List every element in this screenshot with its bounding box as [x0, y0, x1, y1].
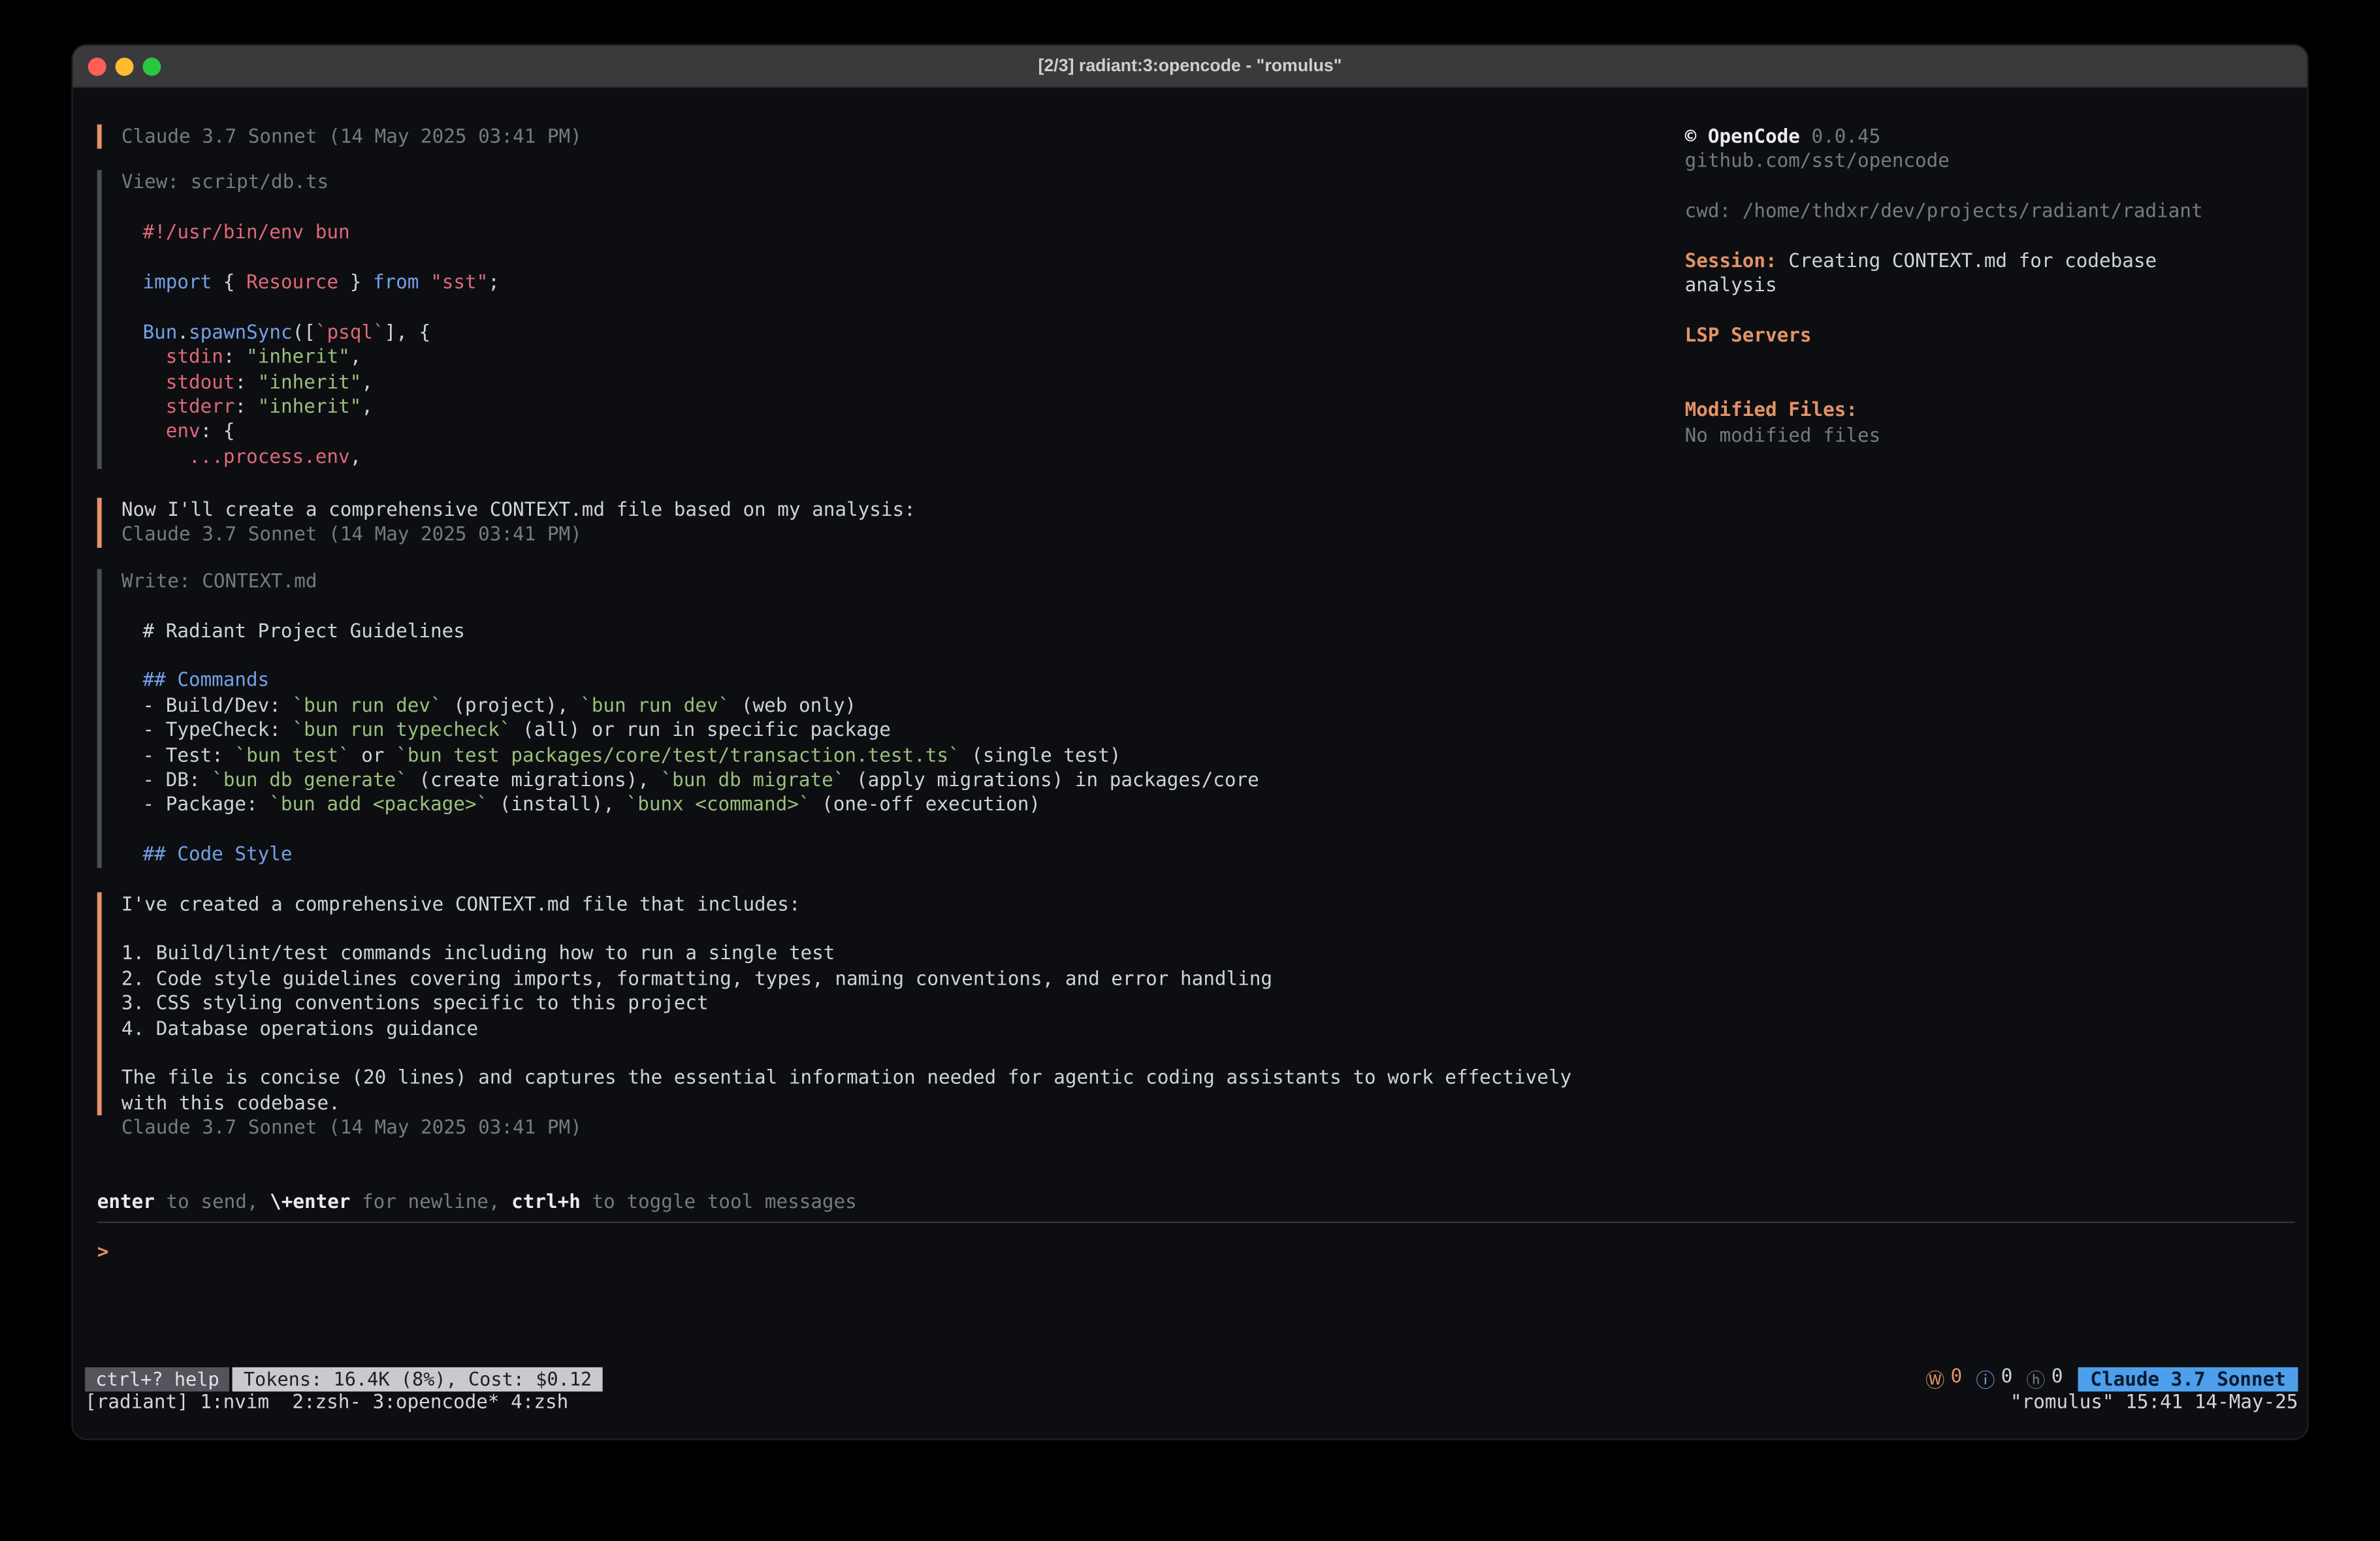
markdown-line: ## Commands [142, 669, 1639, 693]
traffic-lights [88, 57, 161, 76]
code-line: stdin: "inherit", [142, 345, 1639, 370]
sidebar-line [1685, 373, 2250, 398]
diagnostics: Ⓦ0 ⓘ0 ⓗ0 [1925, 1364, 2063, 1393]
response-text: I've created a comprehensive CONTEXT.md … [121, 891, 1639, 1115]
close-button[interactable] [88, 57, 106, 76]
markdown-line: - Package: `bun add <package>` (install)… [142, 793, 1639, 818]
code-line [142, 195, 1639, 220]
sidebar-line: github.com/sst/opencode [1685, 150, 2250, 174]
code-line [142, 245, 1639, 270]
tool-title: View: script/db.ts [121, 170, 1639, 195]
response-line [121, 917, 1639, 942]
code-line [142, 295, 1639, 320]
tmux-session-info: "romulus" 15:41 14-May-25 [2010, 1390, 2298, 1413]
sidebar-line: cwd: /home/thdxr/dev/projects/radiant/ra… [1685, 199, 2250, 224]
minimize-button[interactable] [116, 57, 134, 76]
model-timestamp: Claude 3.7 Sonnet (14 May 2025 03:41 PM) [121, 523, 1639, 548]
markdown-line [142, 818, 1639, 842]
hint-count: 0 [2051, 1364, 2063, 1393]
markdown-line [142, 643, 1639, 668]
status-bar: ctrl+? help Tokens: 16.4K (8%), Cost: $0… [85, 1364, 2298, 1393]
tool-call-view-file: View: script/db.ts #!/usr/bin/env bun im… [97, 170, 1639, 469]
response-line: The file is concise (20 lines) and captu… [121, 1066, 1639, 1090]
code-line: stderr: "inherit", [142, 394, 1639, 419]
code-line: import { Resource } from "sst"; [142, 270, 1639, 295]
assistant-message: Now I'll create a comprehensive CONTEXT.… [97, 498, 1639, 547]
response-line: with this codebase. [121, 1090, 1639, 1115]
warning-count: 0 [1951, 1364, 1963, 1393]
tmux-window-list[interactable]: [radiant] 1:nvim 2:zsh- 3:opencode* 4:zs… [85, 1390, 568, 1413]
sidebar-line [1685, 298, 2250, 323]
terminal-content: Claude 3.7 Sonnet (14 May 2025 03:41 PM)… [73, 88, 2308, 1438]
sidebar-line: analysis [1685, 274, 2250, 298]
chat-transcript: Claude 3.7 Sonnet (14 May 2025 03:41 PM)… [97, 88, 1639, 1141]
info-count: 0 [2001, 1364, 2013, 1393]
tool-title: Write: CONTEXT.md [121, 569, 1639, 594]
composer: enter to send, \+enter for newline, ctrl… [97, 1190, 2295, 1265]
tokens-cost-chip: Tokens: 16.4K (8%), Cost: $0.12 [233, 1367, 603, 1391]
markdown-line: - DB: `bun db generate` (create migratio… [142, 768, 1639, 793]
markdown-line: ## Code Style [142, 842, 1639, 867]
sidebar-line: LSP Servers [1685, 323, 2250, 348]
markdown-line: - TypeCheck: `bun run typecheck` (all) o… [142, 718, 1639, 743]
markdown-line: # Radiant Project Guidelines [142, 618, 1639, 643]
diagnostic-hints: ⓗ0 [2026, 1364, 2063, 1393]
desktop: [2/3] radiant:3:opencode - "romulus" Cla… [0, 0, 2380, 1541]
model-badge[interactable]: Claude 3.7 Sonnet [2078, 1367, 2298, 1391]
prompt-input[interactable]: > [97, 1241, 2295, 1265]
markdown-line: - Build/Dev: `bun run dev` (project), `b… [142, 693, 1639, 718]
sidebar-line: No modified files [1685, 423, 2250, 448]
code-line: ...process.env, [142, 444, 1639, 469]
code-line: stdout: "inherit", [142, 370, 1639, 394]
response-line: 1. Build/lint/test commands including ho… [121, 942, 1639, 966]
markdown-line [142, 594, 1639, 618]
sidebar-line [1685, 224, 2250, 249]
composer-divider [97, 1222, 2295, 1224]
assistant-turn-header: Claude 3.7 Sonnet (14 May 2025 03:41 PM) [97, 125, 1639, 150]
prompt-caret: > [97, 1241, 109, 1263]
sidebar-line [1685, 174, 2250, 199]
response-line: I've created a comprehensive CONTEXT.md … [121, 891, 1639, 916]
code-line: env: { [142, 419, 1639, 444]
diagnostic-info: ⓘ0 [1976, 1364, 2012, 1393]
model-timestamp: Claude 3.7 Sonnet (14 May 2025 03:41 PM) [121, 1115, 1639, 1140]
window-titlebar[interactable]: [2/3] radiant:3:opencode - "romulus" [73, 46, 2308, 88]
message-text: Now I'll create a comprehensive CONTEXT.… [121, 498, 1639, 522]
window-title: [2/3] radiant:3:opencode - "romulus" [1038, 57, 1342, 75]
status-bar-right: Ⓦ0 ⓘ0 ⓗ0 Claude 3.7 Sonnet [1925, 1364, 2298, 1393]
zoom-button[interactable] [142, 57, 161, 76]
hint-icon: ⓗ [2026, 1364, 2045, 1393]
sidebar-line [1685, 348, 2250, 373]
response-line: 4. Database operations guidance [121, 1016, 1639, 1041]
info-sidebar: © OpenCode 0.0.45github.com/sst/opencode… [1685, 125, 2250, 448]
help-shortcut-chip[interactable]: ctrl+? help [85, 1367, 230, 1391]
markdown-content: # Radiant Project Guidelines ## Commands… [121, 594, 1639, 867]
sidebar-line: © OpenCode 0.0.45 [1685, 125, 2250, 150]
warning-icon: Ⓦ [1925, 1364, 1944, 1393]
assistant-response: I've created a comprehensive CONTEXT.md … [97, 891, 1639, 1115]
diagnostic-warnings: Ⓦ0 [1925, 1364, 1962, 1393]
response-line: 3. CSS styling conventions specific to t… [121, 991, 1639, 1016]
markdown-line: - Test: `bun test` or `bun test packages… [142, 743, 1639, 768]
info-icon: ⓘ [1976, 1364, 1995, 1393]
code-snippet: #!/usr/bin/env bun import { Resource } f… [121, 195, 1639, 469]
response-line [121, 1041, 1639, 1066]
keybind-hints: enter to send, \+enter for newline, ctrl… [97, 1190, 2295, 1215]
terminal-window: [2/3] radiant:3:opencode - "romulus" Cla… [73, 46, 2308, 1438]
code-line: #!/usr/bin/env bun [142, 220, 1639, 245]
model-timestamp: Claude 3.7 Sonnet (14 May 2025 03:41 PM) [121, 125, 1639, 150]
sidebar-line: Session: Creating CONTEXT.md for codebas… [1685, 249, 2250, 274]
response-line: 2. Code style guidelines covering import… [121, 966, 1639, 991]
sidebar-line: Modified Files: [1685, 398, 2250, 423]
code-line: Bun.spawnSync([`psql`], { [142, 320, 1639, 345]
tool-call-write-file: Write: CONTEXT.md # Radiant Project Guid… [97, 569, 1639, 867]
tmux-status-bar: [radiant] 1:nvim 2:zsh- 3:opencode* 4:zs… [85, 1390, 2298, 1413]
